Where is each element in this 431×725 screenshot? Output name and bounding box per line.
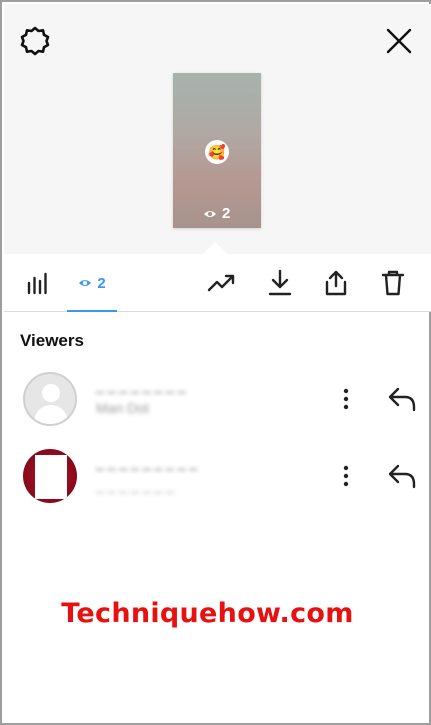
- avatar[interactable]: [23, 449, 77, 503]
- viewer-full-name: Man Dot: [96, 400, 149, 416]
- more-vertical-icon: [343, 388, 349, 410]
- trash-icon: [381, 270, 405, 296]
- viewer-row[interactable]: _ _ _ _ _ _ _ _ Man Dot: [4, 364, 431, 434]
- gear-icon: [20, 26, 50, 56]
- reply-button[interactable]: [384, 459, 420, 493]
- download-button[interactable]: [262, 254, 298, 312]
- emoji-sticker: 🥰: [205, 140, 229, 164]
- share-icon: [325, 270, 347, 296]
- delete-button[interactable]: [375, 254, 411, 312]
- viewer-row[interactable]: _ _ _ _ _ _ _ _ _ _ _ _ _ _ _ _: [4, 441, 431, 511]
- tab-insights[interactable]: [18, 254, 58, 312]
- more-vertical-icon: [343, 465, 349, 487]
- close-button[interactable]: [382, 24, 416, 58]
- viewer-username[interactable]: _ _ _ _ _ _ _ _: [96, 377, 186, 393]
- close-icon: [386, 28, 412, 54]
- viewer-full-name: _ _ _ _ _ _ _: [96, 477, 174, 493]
- more-options-button[interactable]: [332, 459, 360, 493]
- settings-button[interactable]: [18, 24, 52, 58]
- story-thumbnail[interactable]: 🥰 2: [173, 73, 261, 228]
- trending-icon: [207, 274, 235, 292]
- share-button[interactable]: [318, 254, 354, 312]
- eye-icon: [204, 210, 216, 217]
- more-options-button[interactable]: [332, 382, 360, 416]
- tab-viewers-count: 2: [97, 274, 106, 292]
- viewers-heading: Viewers: [20, 331, 84, 350]
- story-toolbar: 2: [4, 254, 431, 312]
- avatar[interactable]: [23, 372, 77, 426]
- viewer-username[interactable]: _ _ _ _ _ _ _ _ _: [96, 454, 197, 470]
- download-icon: [268, 269, 292, 296]
- bar-chart-icon: [27, 272, 47, 295]
- tab-viewers[interactable]: 2: [67, 254, 117, 312]
- story-view-count-value: 2: [222, 205, 231, 222]
- active-tab-indicator: [67, 310, 117, 312]
- reply-arrow-icon: [388, 387, 416, 412]
- story-view-count: 2: [203, 205, 230, 222]
- preview-pointer: [203, 242, 227, 254]
- screen-frame: 🥰 2 2 Viewers _ _ _ _ _ _ _ _ Man Dot _ …: [0, 0, 431, 725]
- watermark-text: Techniquehow.com: [61, 598, 354, 629]
- promote-button[interactable]: [204, 254, 240, 312]
- reply-arrow-icon: [388, 464, 416, 489]
- eye-icon: [79, 280, 92, 286]
- reply-button[interactable]: [384, 382, 420, 416]
- story-preview-area: 🥰 2: [4, 4, 431, 254]
